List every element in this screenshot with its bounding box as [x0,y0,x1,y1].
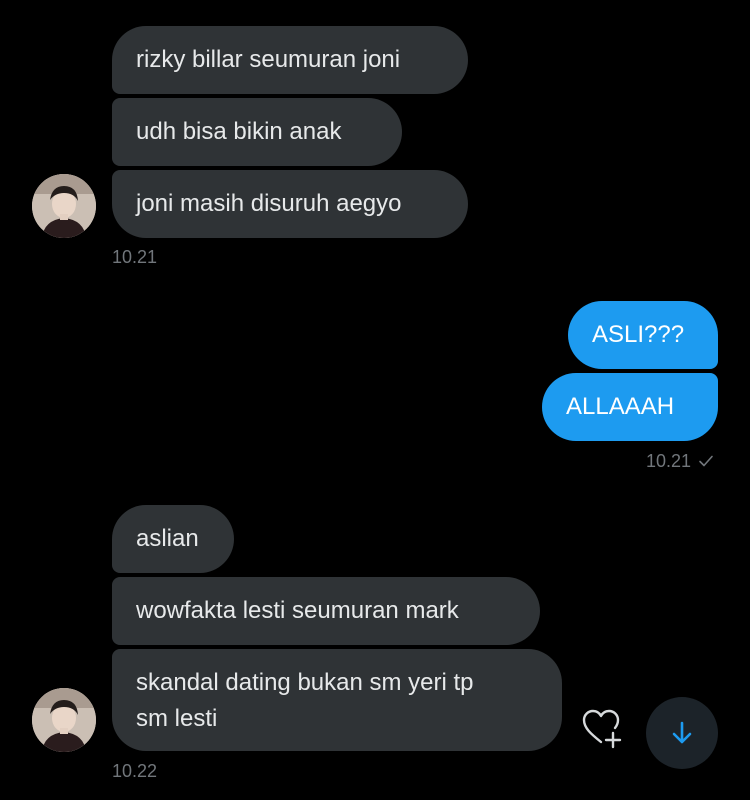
checkmark-icon [698,453,714,474]
message-bubble[interactable]: skandal dating bukan sm yeri tp sm lesti [112,649,562,751]
message-bubble[interactable]: aslian [112,505,234,573]
message-bubble[interactable]: wowfakta lesti seumuran mark [112,577,540,645]
timestamp-text: 10.21 [646,451,692,471]
dm-conversation: rizky billar seumuran joni udh bisa biki… [0,0,750,800]
add-reaction-button[interactable] [578,704,626,752]
message-bubble[interactable]: ASLI??? [568,301,718,369]
avatar-image [32,174,96,238]
avatar-image [32,688,96,752]
message-bubble[interactable]: ALLAAAH [542,373,718,441]
message-timestamp: 10.21 [112,247,158,267]
user-avatar[interactable] [32,688,96,752]
message-timestamp: 10.22 [112,761,158,781]
message-bubble[interactable]: udh bisa bikin anak [112,98,402,166]
message-bubble[interactable]: joni masih disuruh aegyo [112,170,468,238]
message-timestamp: 10.21 [646,451,714,474]
heart-plus-icon [582,709,622,749]
message-bubble[interactable]: rizky billar seumuran joni [112,26,468,94]
user-avatar[interactable] [32,174,96,238]
arrow-down-icon [672,721,692,744]
scroll-to-bottom-button[interactable] [646,697,718,769]
